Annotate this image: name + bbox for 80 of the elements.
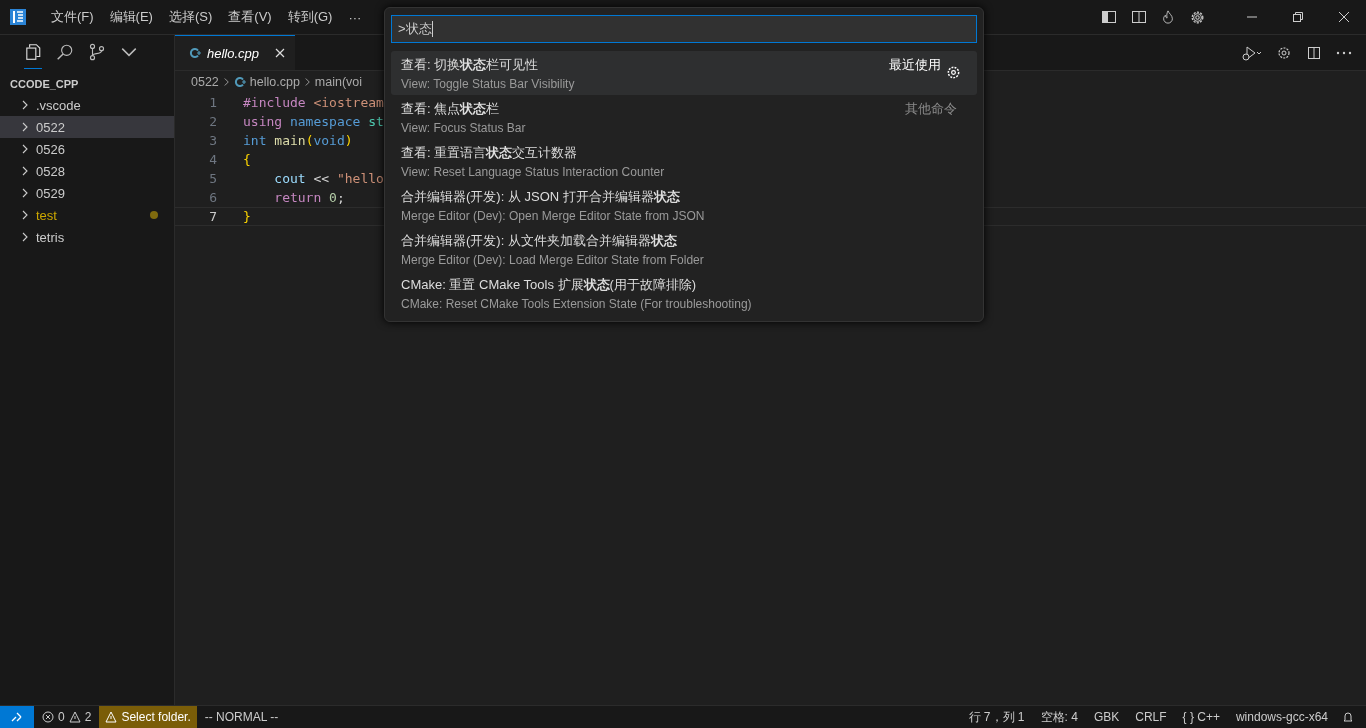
settings-icon[interactable]: [1276, 44, 1292, 61]
run-debug-icon[interactable]: [1240, 44, 1262, 61]
source-control-icon[interactable]: [88, 43, 106, 61]
command-item[interactable]: 查看: 焦点状态栏 其他命令 View: Focus Status Bar: [391, 95, 977, 139]
status-item[interactable]: CRLF: [1127, 710, 1175, 724]
code-line: using namespace st: [243, 114, 384, 129]
files-icon[interactable]: [24, 43, 42, 69]
menu-item[interactable]: 文件(F): [43, 8, 102, 26]
menu-item[interactable]: 转到(G): [279, 8, 341, 26]
line-number: 7: [208, 209, 218, 224]
line-number: 6: [208, 190, 218, 205]
breadcrumb-item[interactable]: main(voi: [314, 75, 363, 89]
select-folder-button[interactable]: Select folder.: [99, 706, 197, 728]
problems-button[interactable]: 0 2: [34, 710, 100, 724]
status-item[interactable]: GBK: [1085, 710, 1128, 724]
folder-item[interactable]: tetris: [0, 226, 174, 248]
chevron-right-icon: [20, 122, 30, 132]
folder-item[interactable]: 0529: [0, 182, 174, 204]
bell-icon[interactable]: [1342, 711, 1354, 723]
settings-icon[interactable]: [946, 65, 961, 80]
close-icon[interactable]: [275, 48, 286, 58]
restore-icon[interactable]: [1292, 11, 1304, 23]
modified-dot: [150, 211, 158, 219]
line-number: 4: [208, 152, 218, 167]
code-line: cout << "hello: [273, 171, 384, 186]
line-number: 2: [208, 114, 218, 129]
folder-item[interactable]: 0522: [0, 116, 174, 138]
code-line: {: [243, 152, 251, 167]
chevron-right-icon: [222, 77, 230, 87]
folder-item[interactable]: 0528: [0, 160, 174, 182]
editor-tab[interactable]: hello.cpp: [175, 35, 296, 70]
warning-icon: [68, 711, 81, 723]
chevron-right-icon: [20, 232, 30, 242]
chevron-right-icon: [303, 77, 311, 87]
command-input[interactable]: >状态: [391, 15, 977, 43]
explorer-title: CCODE_CPP: [9, 77, 80, 92]
folder-item[interactable]: 0526: [0, 138, 174, 160]
chevron-right-icon: [20, 210, 30, 220]
sidebar-toggle-icon[interactable]: [1101, 9, 1117, 25]
line-number: 3: [208, 133, 218, 148]
chevron-right-icon: [20, 144, 30, 154]
vim-mode: -- NORMAL --: [203, 710, 280, 724]
status-item[interactable]: 空格: 4: [1032, 708, 1086, 726]
command-item[interactable]: 合并编辑器(开发): 从 JSON 打开合并编辑器状态 Merge Editor (Dev): Open Merge Editor State from JSON: [391, 183, 977, 227]
chevron-right-icon: [20, 100, 30, 110]
status-item[interactable]: 行 7，列 1: [960, 708, 1033, 726]
cpp-file-icon: [233, 76, 246, 88]
flame-icon[interactable]: [1161, 9, 1175, 25]
app-logo-icon: [10, 9, 26, 25]
chevron-right-icon: [20, 188, 30, 198]
command-item[interactable]: 查看: 切换状态栏可见性 最近使用 View: Toggle Status Bar Visibility: [391, 51, 977, 95]
menu-item[interactable]: ···: [340, 9, 370, 25]
warning-icon: [105, 711, 118, 723]
line-number: 1: [208, 95, 218, 110]
remote-icon: [11, 711, 23, 723]
menu-item[interactable]: 编辑(E): [101, 8, 161, 26]
breadcrumb-item[interactable]: 0522: [191, 75, 219, 89]
more-icon[interactable]: [1336, 50, 1352, 55]
status-item[interactable]: windows-gcc-x64: [1227, 710, 1336, 724]
cpp-file-icon: [189, 47, 201, 59]
split-layout-icon[interactable]: [1131, 9, 1147, 25]
chevron-right-icon: [20, 166, 30, 176]
search-icon[interactable]: [56, 43, 74, 61]
status-item[interactable]: { } C++: [1174, 710, 1228, 724]
command-item[interactable]: 合并编辑器(开发): 从文件夹加载合并编辑器状态 Merge Editor (Dev): Load Merge Editor State from Folder: [391, 227, 977, 271]
breadcrumb-item[interactable]: hello.cpp: [249, 75, 300, 89]
folder-item[interactable]: test: [0, 204, 174, 226]
command-item[interactable]: CMake: 重置 CMake Tools 扩展状态(用于故障排除) CMake: Reset CMake Tools Extension State (For troubleshooting): [391, 271, 977, 315]
split-editor-icon[interactable]: [1306, 44, 1322, 61]
menu-item[interactable]: 选择(S): [160, 8, 221, 26]
code-line: int main(void): [243, 133, 353, 148]
error-icon: [42, 711, 54, 723]
command-item[interactable]: 查看: 重置语言状态交互计数器 View: Reset Language Status Interaction Counter: [391, 139, 977, 183]
code-line: }: [243, 209, 251, 224]
menu-item[interactable]: 查看(V): [220, 8, 280, 26]
code-line: #include <iostream: [243, 95, 384, 110]
code-line: return 0;: [273, 190, 345, 205]
line-number: 5: [208, 171, 218, 186]
close-icon[interactable]: [1338, 11, 1350, 23]
folder-item[interactable]: .vscode: [0, 94, 174, 116]
